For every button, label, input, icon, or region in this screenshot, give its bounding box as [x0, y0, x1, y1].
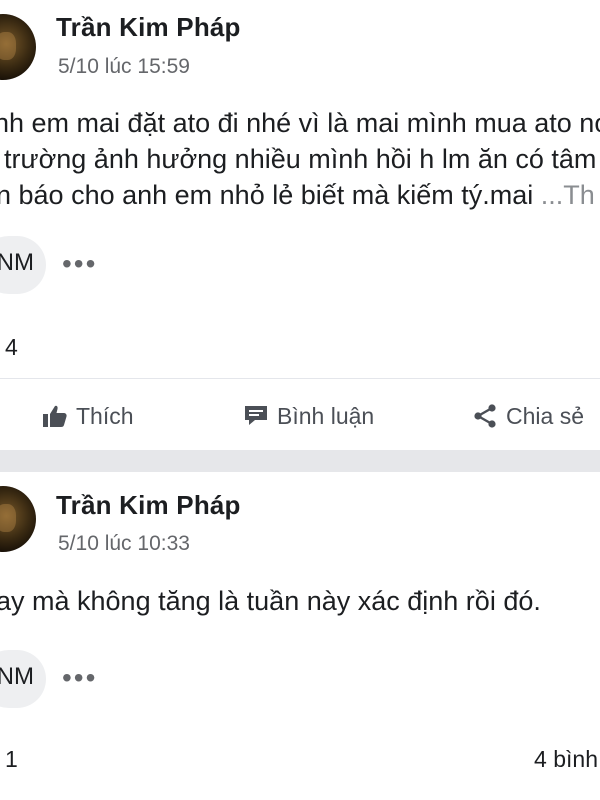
post-timestamp[interactable]: 5/10 lúc 10:33	[58, 532, 190, 556]
reaction-chip-label: NM	[0, 249, 34, 276]
avatar[interactable]	[0, 14, 36, 80]
reaction-chip-label: NM	[0, 663, 34, 690]
post-text-line: ay mà không tăng là tuần này xác định rồ…	[0, 586, 541, 616]
share-label: Chia sẻ	[506, 402, 584, 429]
avatar[interactable]	[0, 486, 36, 552]
post-card: Trần Kim Pháp 5/10 lúc 15:59 nh em mai đ…	[0, 0, 600, 450]
post-author[interactable]: Trần Kim Pháp	[56, 490, 241, 521]
more-options-icon[interactable]: •••	[62, 664, 97, 692]
post-author[interactable]: Trần Kim Pháp	[56, 12, 241, 43]
post-text-line: n báo cho anh em nhỏ lẻ biết mà kiếm tý.…	[0, 178, 595, 212]
more-options-icon[interactable]: •••	[62, 250, 97, 278]
post-text-line-content: n báo cho anh em nhỏ lẻ biết mà kiếm tý.…	[0, 180, 541, 210]
post-card: Trần Kim Pháp 5/10 lúc 10:33 ay mà không…	[0, 472, 600, 800]
see-more-link[interactable]: ...Th	[541, 180, 595, 210]
reaction-chip[interactable]: NM	[0, 236, 46, 294]
like-label: Thích	[76, 402, 134, 429]
share-button[interactable]: Chia sẻ	[472, 396, 584, 436]
post-timestamp[interactable]: 5/10 lúc 15:59	[58, 55, 190, 79]
comment-label: Bình luận	[277, 402, 375, 429]
comment-count[interactable]: 4 bình	[534, 746, 598, 773]
share-icon	[472, 403, 498, 429]
post-text-line: nh em mai đặt ato đi nhé vì là mai mình …	[0, 108, 600, 138]
post-separator	[0, 450, 600, 472]
thumbs-up-icon	[42, 404, 68, 428]
divider-line	[0, 378, 600, 379]
reaction-count[interactable]: 1	[5, 746, 18, 773]
comment-button[interactable]: Bình luận	[243, 396, 374, 436]
comment-icon	[243, 404, 269, 428]
like-button[interactable]: Thích	[42, 396, 134, 436]
reaction-count[interactable]: 4	[5, 334, 18, 361]
reaction-chip[interactable]: NM	[0, 650, 46, 708]
post-text-line: trường ảnh hưởng nhiều mình hồi h lm ăn …	[4, 144, 597, 174]
